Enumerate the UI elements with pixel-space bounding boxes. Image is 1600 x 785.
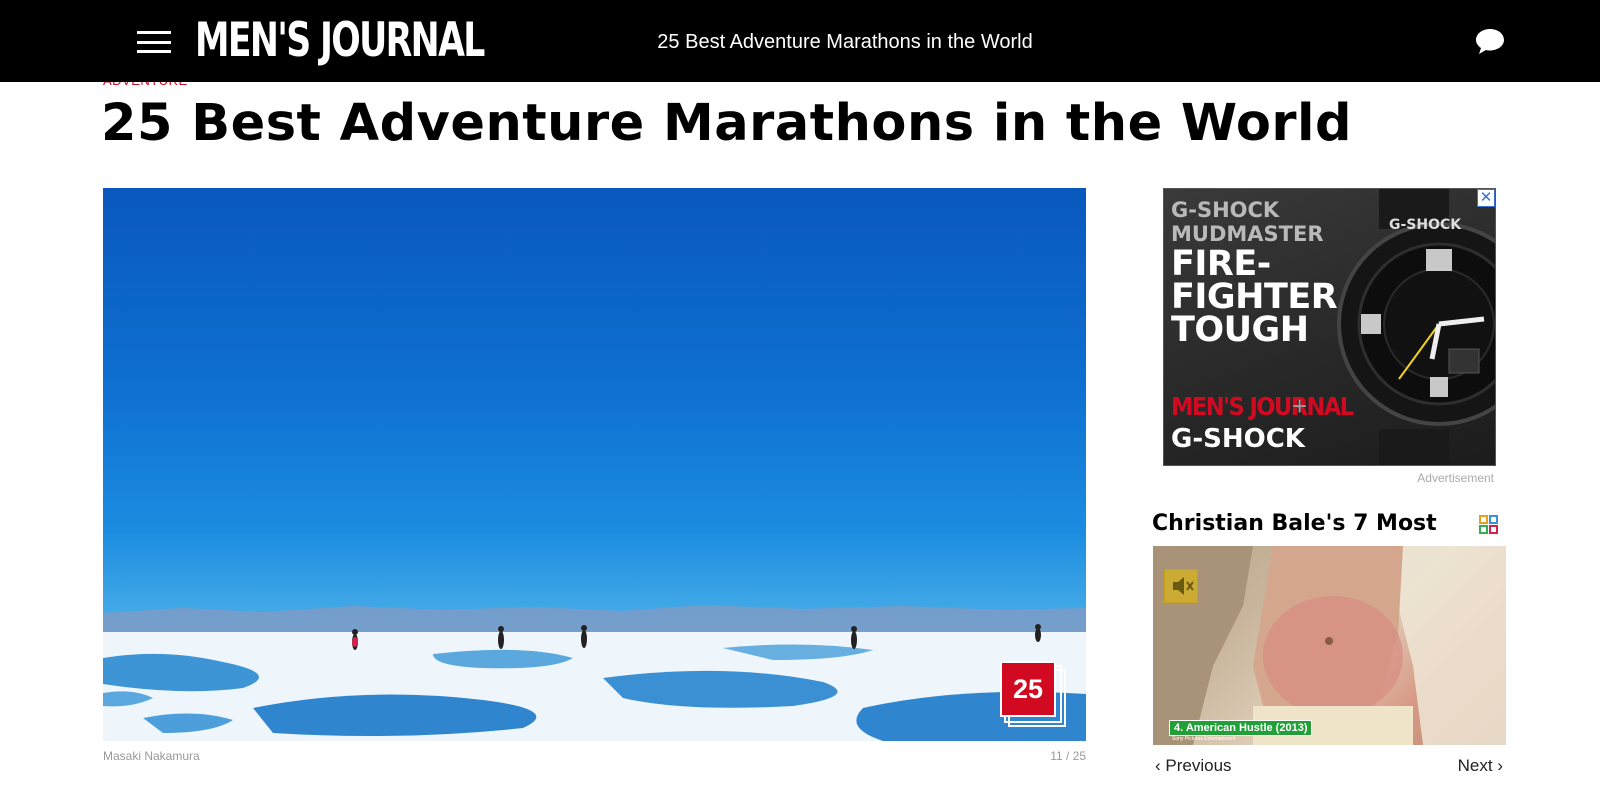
video-player[interactable]: 4. American Hustle (2013) Sony Pictures … (1153, 546, 1506, 745)
video-caption-sub: Sony Pictures Entertainment (1172, 736, 1236, 742)
video-widget-title[interactable]: Christian Bale's 7 Most (1152, 510, 1437, 538)
gallery-position: 11 / 25 (1050, 749, 1086, 763)
ad-tag-line3: TOUGH (1171, 310, 1309, 350)
ad-brand-line2: MUDMASTER (1171, 222, 1324, 246)
comment-bubble-icon[interactable] (1475, 27, 1505, 55)
ad-brand-text: G-SHOCK MUDMASTER (1171, 198, 1324, 246)
ad-tagline: FIRE- FIGHTER TOUGH (1171, 247, 1338, 350)
gallery-count[interactable]: 25 (1000, 661, 1056, 717)
previous-button[interactable]: ‹ Previous (1155, 756, 1232, 776)
ad-close-icon[interactable]: ✕ (1477, 189, 1495, 207)
next-button[interactable]: Next › (1400, 756, 1503, 776)
site-header: MEN'S JOURNAL 25 Best Adventure Marathon… (0, 0, 1600, 82)
advertisement-label: Advertisement (1417, 471, 1494, 485)
gallery-count-badge[interactable]: 25 (1000, 661, 1066, 727)
advertisement-banner[interactable]: G-SHOCK G-SHOCK MUDMASTER FIRE- FIGHTER … (1163, 188, 1496, 466)
video-frame (1153, 546, 1506, 745)
mute-icon[interactable] (1164, 569, 1198, 603)
article-headline: 25 Best Adventure Marathons in the World (101, 94, 1353, 153)
gallery-image[interactable]: 25 (103, 188, 1086, 741)
ad-product-name: G-SHOCK (1171, 424, 1305, 454)
ad-plus-sign: + (1292, 391, 1308, 421)
ice-landscape-image (103, 605, 1086, 741)
widget-brand-icon[interactable] (1479, 515, 1498, 534)
ad-brand-line1: G-SHOCK (1171, 198, 1280, 222)
ad-partner-logo: MEN'S JOURNAL (1171, 392, 1354, 421)
header-article-title: 25 Best Adventure Marathons in the World (657, 31, 1033, 53)
photo-credit: Masaki Nakamura (103, 749, 200, 763)
svg-text:G-SHOCK: G-SHOCK (1389, 217, 1462, 233)
video-caption: 4. American Hustle (2013) (1169, 720, 1313, 736)
